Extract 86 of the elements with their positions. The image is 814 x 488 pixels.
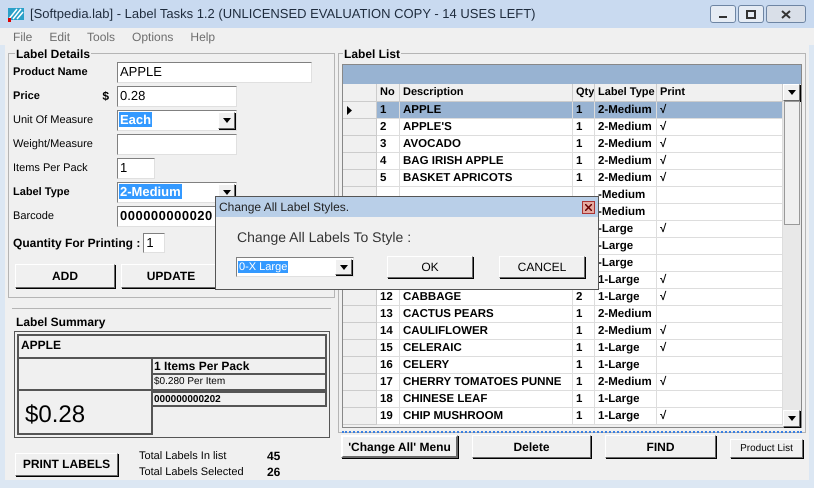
table-cell: 2 xyxy=(573,289,595,306)
table-cell: 2-Medium xyxy=(595,170,657,187)
table-cell: 19 xyxy=(377,408,400,425)
field-label: Items Per Pack xyxy=(13,160,89,176)
table-cell: 1 xyxy=(573,170,595,187)
table-cell: 1 xyxy=(377,102,400,119)
table-cell: 2-Medium xyxy=(595,136,657,153)
table-cell: CAULIFLOWER xyxy=(400,323,573,340)
total-label: Total Labels Selected xyxy=(139,464,245,480)
total-value: 26 xyxy=(267,464,280,481)
table-cell: BASKET APRICOTS xyxy=(400,170,573,187)
section-title: Label Summary xyxy=(16,314,106,331)
summary-name: APPLE xyxy=(17,334,327,359)
table-cell: √ xyxy=(657,340,783,357)
table-cell: √ xyxy=(657,153,783,170)
dialog-prompt: Change All Labels To Style : xyxy=(237,228,412,247)
total-value: 45 xyxy=(267,448,280,465)
table-cell: 2-Medium xyxy=(595,306,657,323)
table-cell: -Medium xyxy=(595,187,657,204)
table-cell: √ xyxy=(657,408,783,425)
table-cell: √ xyxy=(657,374,783,391)
currency-sign: $ xyxy=(101,88,110,105)
table-cell: √ xyxy=(657,136,783,153)
table-cell: 1 xyxy=(573,408,595,425)
table-cell: CACTUS PEARS xyxy=(400,306,573,323)
table-cell: 2 xyxy=(377,119,400,136)
table-cell: 17 xyxy=(377,374,400,391)
table-cell: 1 xyxy=(573,374,595,391)
field-label: Barcode xyxy=(13,208,55,224)
table-cell: 1 xyxy=(573,136,595,153)
table-cell: √ xyxy=(657,289,783,306)
table-cell: 2-Medium xyxy=(595,119,657,136)
summary-pack: 1 Items Per Pack xyxy=(153,359,327,375)
table-cell: CELERY xyxy=(400,357,573,374)
field-label: Unit Of Measure xyxy=(13,112,94,128)
table-cell: BAG IRISH APPLE xyxy=(400,153,573,170)
field-label: Price xyxy=(13,88,41,104)
table-cell: 1-Large xyxy=(595,340,657,357)
table-cell: 15 xyxy=(377,340,400,357)
table-cell: CHIP MUSHROOM xyxy=(400,408,573,425)
table-cell: √ xyxy=(657,272,783,289)
table-cell: 14 xyxy=(377,323,400,340)
table-cell: APPLE'S xyxy=(400,119,573,136)
table-cell: APPLE xyxy=(400,102,573,119)
table-cell: 4 xyxy=(377,153,400,170)
table-cell: 3 xyxy=(377,136,400,153)
table-cell: AVOCADO xyxy=(400,136,573,153)
table-cell: 2-Medium xyxy=(595,102,657,119)
table-cell: 1 xyxy=(573,323,595,340)
table-cell: 1-Large xyxy=(595,357,657,374)
total-label: Total Labels In list xyxy=(139,448,228,464)
table-cell: 1 xyxy=(573,119,595,136)
table-cell: 1 xyxy=(573,340,595,357)
summary-per-item: $0.280 Per Item xyxy=(153,375,327,391)
table-cell: CHINESE LEAF xyxy=(400,391,573,408)
window-title: [Softpedia.lab] - Label Tasks 1.2 (UNLICENSED EVALUATION COPY - 14 USES LEFT) xyxy=(30,5,536,24)
table-cell: 18 xyxy=(377,391,400,408)
table-cell: 16 xyxy=(377,357,400,374)
table-cell: 1-Large xyxy=(595,289,657,306)
table-cell: 2-Medium xyxy=(595,153,657,170)
table-cell: 1-Large xyxy=(595,408,657,425)
table-cell: 1 xyxy=(573,306,595,323)
table-cell: 2-Medium xyxy=(595,374,657,391)
table-cell: 1 xyxy=(573,102,595,119)
table-cell: 1 xyxy=(573,153,595,170)
table-cell: 1-Large xyxy=(595,391,657,408)
field-label: Label Type xyxy=(13,184,71,200)
table-cell: CHERRY TOMATOES PUNNE xyxy=(400,374,573,391)
summary-price: $0.28 xyxy=(17,391,153,435)
table-cell: 12 xyxy=(377,289,400,306)
table-cell: √ xyxy=(657,323,783,340)
table-cell: CABBAGE xyxy=(400,289,573,306)
table-cell: CELERAIC xyxy=(400,340,573,357)
summary-barcode: 000000000202 xyxy=(153,391,327,407)
table-cell: √ xyxy=(657,170,783,187)
field-label: Product Name xyxy=(13,64,89,80)
field-label: Quantity For Printing : xyxy=(13,235,140,252)
table-cell: √ xyxy=(657,221,783,238)
table-cell: 1 xyxy=(573,357,595,374)
table-cell: 2-Medium xyxy=(595,323,657,340)
table-cell: 5 xyxy=(377,170,400,187)
field-label: Weight/Measure xyxy=(13,136,94,152)
table-cell: 13 xyxy=(377,306,400,323)
table-cell: √ xyxy=(657,119,783,136)
table-cell: 1 xyxy=(573,391,595,408)
table-cell: √ xyxy=(657,102,783,119)
